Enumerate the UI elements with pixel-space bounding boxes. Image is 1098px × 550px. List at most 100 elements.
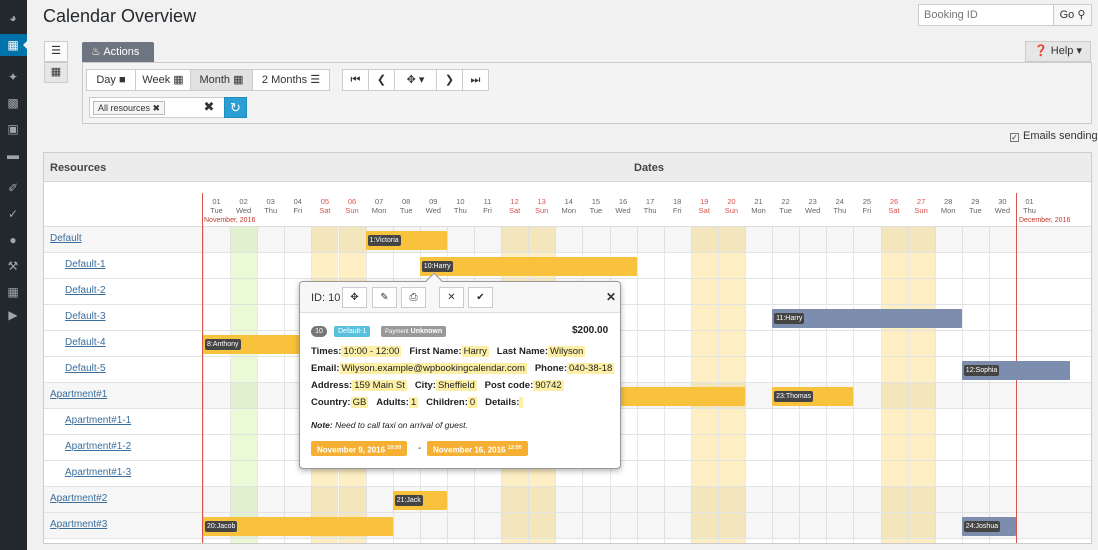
list-view-button[interactable]: ☰ — [44, 41, 68, 62]
list-icon: ☰ — [310, 74, 321, 86]
print-booking-button[interactable]: ⎙ — [401, 287, 426, 308]
booking-label[interactable]: 20:Jacob — [205, 521, 238, 532]
adults-label: Adults: — [376, 397, 409, 408]
actions-tab[interactable]: ♨ Actions — [82, 42, 154, 62]
delete-booking-button[interactable]: ✕ — [439, 287, 464, 308]
weekday-name: Wed — [425, 206, 441, 215]
day-header: 17 Thu — [637, 193, 664, 227]
checkbox-icon[interactable]: ✓ — [1010, 133, 1019, 142]
booking-label[interactable]: 23:Thomas — [774, 391, 814, 402]
postcode-value: 90742 — [533, 380, 564, 391]
fast-backward-icon: ⏮ — [350, 74, 361, 86]
booking-bar[interactable]: 11:Harry — [772, 309, 962, 328]
day-header: 26 Sat — [881, 193, 908, 227]
day-view-button[interactable]: Day ■ — [86, 69, 136, 91]
clear-resources-button[interactable]: ✖ — [198, 96, 220, 118]
weekday-name: Sat — [508, 206, 521, 215]
tools-icon[interactable]: ⚒ — [5, 259, 21, 273]
approve-booking-button[interactable]: ✔ — [468, 287, 493, 308]
resource-link[interactable]: Apartment#1 — [50, 389, 107, 400]
booking-bar[interactable] — [609, 387, 745, 406]
booking-label[interactable]: 8:Anthony — [205, 339, 241, 350]
resource-link[interactable]: Default-3 — [65, 311, 106, 322]
next-button[interactable]: ❯ — [436, 69, 463, 91]
month-view-button[interactable]: Month ▦ — [190, 69, 253, 91]
resource-link[interactable]: Apartment#1-3 — [65, 467, 131, 478]
last-page-button[interactable]: ⏭ — [462, 69, 489, 91]
resources-icon[interactable]: ▩ — [5, 96, 21, 110]
go-button[interactable]: Go ⚲ — [1053, 4, 1092, 26]
check-circle-icon: ✔ — [476, 292, 485, 303]
page-title: Calendar Overview — [43, 6, 197, 26]
resource-link[interactable]: Default — [50, 233, 82, 244]
city-label: City: — [414, 380, 436, 391]
day-number: 04 — [293, 197, 302, 206]
resource-link[interactable]: Apartment#2 — [50, 493, 107, 504]
emails-sending-checkbox[interactable]: ✓ Emails sending — [1010, 130, 1098, 142]
two-months-view-button[interactable]: 2 Months ☰ — [252, 69, 330, 91]
chip-remove-icon[interactable]: ✖ — [153, 103, 161, 113]
week-label: Week — [142, 74, 171, 86]
adults-value: 1 — [408, 397, 419, 408]
users-icon[interactable]: ● — [5, 233, 21, 247]
edit-booking-button[interactable]: ✎ — [372, 287, 397, 308]
plugins-icon[interactable]: ✓ — [5, 207, 21, 221]
day-number: 26 — [889, 197, 899, 206]
settings-icon[interactable]: ▦ — [5, 285, 21, 299]
day-number: 14 — [564, 197, 573, 206]
move-dropdown-button[interactable]: ✥ ▾ — [394, 69, 437, 91]
pages-icon[interactable]: ▣ — [5, 122, 21, 136]
resource-link[interactable]: Default-5 — [65, 363, 106, 374]
booking-bar[interactable]: 8:Anthony — [203, 335, 312, 354]
resource-link[interactable]: Apartment#1-2 — [65, 441, 131, 452]
day-number: 09 — [429, 197, 438, 206]
booking-label[interactable]: 24:Joshua — [963, 521, 1001, 532]
booking-bar[interactable]: 24:Joshua — [961, 517, 1016, 536]
booking-label[interactable]: 1:Victoria — [367, 235, 401, 246]
day-number: 12 — [510, 197, 519, 206]
resource-link[interactable]: Apartment#1-1 — [65, 415, 131, 426]
booking-label[interactable]: 11:Harry — [774, 313, 805, 324]
day-header: 05 Sat — [311, 193, 338, 227]
weekday-name: Thu — [833, 206, 847, 215]
booking-bar[interactable]: 20:Jacob — [203, 517, 393, 536]
week-view-button[interactable]: Week ▦ — [135, 69, 191, 91]
day-header: 15 Tue — [582, 193, 609, 227]
comments-icon[interactable]: ▬ — [5, 148, 21, 162]
day-header: 18 Fri — [664, 193, 691, 227]
weekday-name: Sun — [345, 206, 359, 215]
help-button[interactable]: ❓ Help ▾ — [1025, 41, 1091, 62]
calendar-view-button[interactable]: ▦ — [44, 62, 68, 83]
resource-link[interactable]: Default-1 — [65, 259, 106, 270]
previous-button[interactable]: ❮ — [368, 69, 395, 91]
refresh-button[interactable]: ↻ — [224, 97, 247, 118]
resource-chip[interactable]: All resources ✖ — [93, 101, 166, 115]
pin-icon[interactable]: ✦ — [5, 70, 21, 84]
resource-link[interactable]: Apartment#3 — [50, 519, 107, 530]
popover-close-button[interactable]: ✕ — [606, 290, 616, 304]
dashboard-icon[interactable]: ◕ — [5, 11, 21, 25]
booking-bar[interactable]: 12:Sophia — [961, 361, 1071, 380]
question-icon: ❓ — [1034, 45, 1048, 57]
move-booking-button[interactable]: ✥ — [342, 287, 367, 308]
appearance-icon[interactable]: ✐ — [5, 181, 21, 195]
first-name-value: Harry — [461, 346, 489, 357]
resource-link[interactable]: Default-4 — [65, 337, 106, 348]
booking-label[interactable]: 12:Sophia — [963, 365, 1000, 376]
booking-bar[interactable]: 23:Thomas — [772, 387, 854, 406]
calendar-icon[interactable]: ▦ — [5, 38, 21, 52]
play-icon[interactable]: ▶ — [5, 308, 21, 322]
booking-id-search-input[interactable] — [918, 4, 1054, 26]
phone-value: 040-38-18 — [567, 363, 615, 374]
booking-label[interactable]: 10:Harry — [421, 261, 453, 272]
fast-forward-icon: ⏭ — [470, 74, 481, 86]
booking-bar[interactable]: 21:Jack — [392, 491, 447, 510]
resource-link[interactable]: Default-2 — [65, 285, 106, 296]
day-header: 24 Thu — [826, 193, 853, 227]
booking-label[interactable]: 21:Jack — [394, 495, 423, 506]
popover-header: ID: 10 ✥ ✎ ⎙ ✕ ✔ ✕ — [300, 282, 620, 313]
day-number: 10 — [456, 197, 465, 206]
booking-bar[interactable]: 1:Victoria — [365, 231, 447, 250]
first-page-button[interactable]: ⏮ — [342, 69, 369, 91]
booking-bar[interactable]: 10:Harry — [419, 257, 637, 276]
